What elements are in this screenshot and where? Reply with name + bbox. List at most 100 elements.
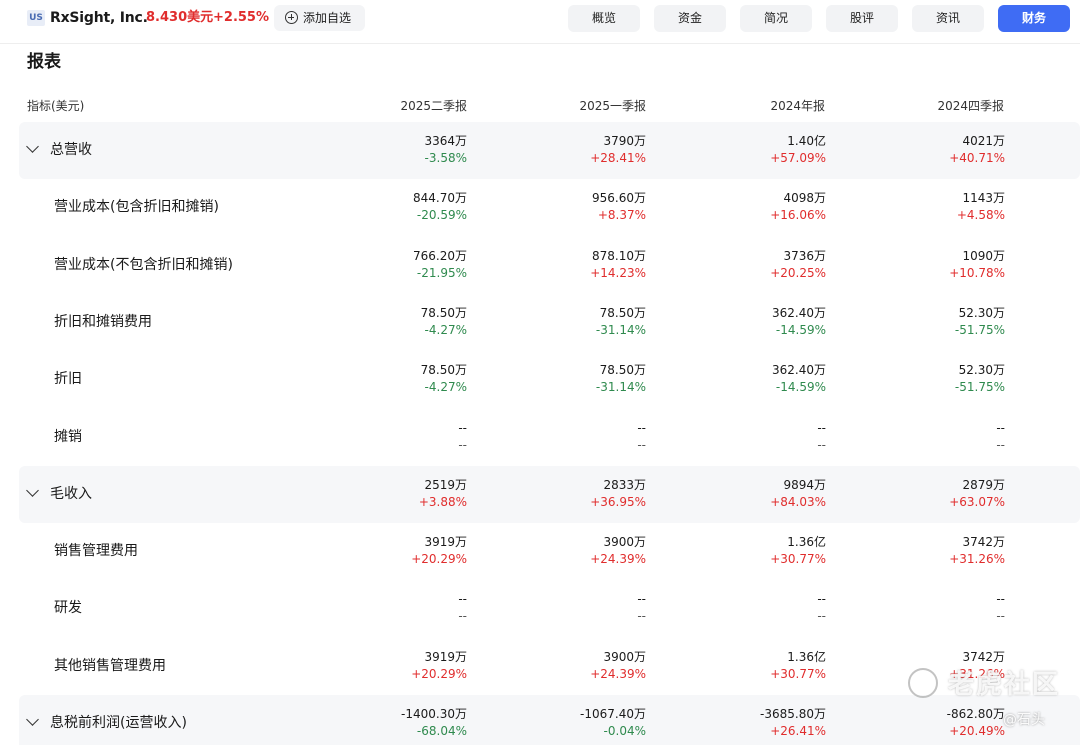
row-label: 销售管理费用	[54, 543, 138, 560]
cell-change-percent: +36.95%	[590, 494, 646, 509]
table-cell: 878.10万 +14.23%	[506, 248, 646, 282]
table-cell: -- --	[865, 591, 1005, 625]
cell-change-percent: +28.41%	[590, 151, 646, 165]
cell-change-percent: +31.26%	[949, 552, 1005, 567]
tab-overview[interactable]: 概览	[568, 5, 640, 32]
cell-change-percent: +84.03%	[770, 494, 826, 509]
table-cell: -- --	[686, 420, 826, 454]
table-cell: -- --	[327, 591, 467, 625]
table-cell: 78.50万 -4.27%	[327, 362, 467, 396]
cell-change-percent: -4.27%	[424, 322, 467, 337]
table-group-row[interactable]: 总营收 3364万 -3.58% 3790万 +28.41% 1.40亿 +57.09% 40…	[19, 122, 1080, 179]
table-row: 研发 -- -- -- -- -- -- -- --	[19, 580, 1080, 637]
watermark-author: @石头	[1003, 712, 1045, 728]
table-cell: 3790万 +28.41%	[506, 133, 646, 167]
cell-value: 78.50万	[420, 305, 467, 320]
cell-value: -1400.30万	[401, 707, 467, 721]
tab-funds[interactable]: 资金	[654, 5, 726, 32]
row-label: 总营收	[50, 142, 92, 158]
table-cell: 766.20万 -21.95%	[327, 248, 467, 282]
cell-change-percent: +16.06%	[770, 208, 826, 223]
table-cell: 844.70万 -20.59%	[327, 190, 467, 224]
cell-value: 2833万	[603, 477, 646, 492]
chevron-down-icon[interactable]	[26, 140, 39, 153]
cell-value: 362.40万	[772, 363, 826, 378]
table-cell: 52.30万 -51.75%	[865, 305, 1005, 339]
cell-value: 2879万	[962, 477, 1005, 492]
chevron-down-icon[interactable]	[26, 483, 39, 497]
stock-header-bar: US RxSight, Inc. 8.430美元 +2.55% 添加自选 概览 …	[0, 0, 1080, 44]
cell-value: 4098万	[783, 191, 826, 206]
table-cell: -- --	[506, 420, 646, 454]
cell-change-percent: +20.49%	[949, 724, 1005, 738]
cell-change-percent: -4.27%	[424, 380, 467, 395]
column-header-2025q1[interactable]: 2025一季报	[516, 98, 646, 114]
table-group-row[interactable]: 毛收入 2519万 +3.88% 2833万 +36.95% 9894万 +84.03% 28…	[19, 465, 1080, 523]
column-header-2024q4[interactable]: 2024四季报	[874, 98, 1004, 114]
cell-value: --	[817, 420, 826, 435]
table-row: 折旧和摊销费用 78.50万 -4.27% 78.50万 -31.14% 362.40万 -…	[19, 294, 1080, 351]
cell-change-percent: +8.37%	[597, 208, 646, 223]
cell-value: 878.10万	[592, 248, 646, 263]
add-watchlist-label: 添加自选	[303, 11, 352, 25]
table-cell: 3736万 +20.25%	[686, 248, 826, 282]
row-label: 营业成本(包含折旧和摊销)	[54, 199, 219, 216]
row-label: 营业成本(不包含折旧和摊销)	[54, 256, 233, 273]
table-cell: -1400.30万 -68.04%	[327, 706, 467, 740]
stock-name[interactable]: RxSight, Inc.	[50, 9, 148, 27]
watermark-brand: 老虎社区	[948, 670, 1061, 700]
cell-change-percent: +30.77%	[770, 666, 826, 681]
table-cell: -1067.40万 -0.04%	[506, 706, 646, 740]
table-cell: 9894万 +84.03%	[686, 477, 826, 511]
table-cell: 3742万 +31.26%	[865, 534, 1005, 568]
tab-comments[interactable]: 股评	[826, 5, 898, 32]
row-label: 息税前利润(运营收入)	[50, 715, 187, 731]
table-cell: 3900万 +24.39%	[506, 649, 646, 683]
table-cell: 3919万 +20.29%	[327, 649, 467, 683]
add-watchlist-button[interactable]: 添加自选	[274, 5, 365, 31]
table-cell: 362.40万 -14.59%	[686, 362, 826, 396]
cell-value: --	[458, 592, 467, 607]
row-label: 摊销	[54, 428, 82, 445]
table-cell: 1.36亿 +30.77%	[686, 534, 826, 568]
cell-value: 3736万	[783, 248, 826, 263]
cell-change-percent: --	[637, 437, 646, 452]
tab-profile[interactable]: 简况	[740, 5, 812, 32]
table-row: 销售管理费用 3919万 +20.29% 3900万 +24.39% 1.36亿 +30.7…	[19, 523, 1080, 580]
row-label: 折旧	[54, 371, 82, 388]
cell-change-percent: -31.14%	[595, 322, 646, 337]
chevron-down-icon[interactable]	[26, 713, 39, 726]
row-label: 毛收入	[50, 485, 92, 502]
table-group-row[interactable]: 息税前利润(运营收入) -1400.30万 -68.04% -1067.40万 -0.0…	[19, 695, 1080, 745]
column-header-2024annual[interactable]: 2024年报	[695, 98, 825, 114]
stock-change: +2.55%	[213, 10, 269, 25]
stock-price: 8.430美元	[146, 10, 214, 25]
table-cell: 1143万 +4.58%	[865, 190, 1005, 224]
cell-change-percent: +24.39%	[590, 666, 646, 681]
cell-change-percent: --	[996, 437, 1005, 452]
cell-value: 1.40亿	[787, 134, 826, 148]
cell-change-percent: +40.71%	[949, 151, 1005, 165]
cell-value: 1.36亿	[787, 649, 826, 664]
tab-financials[interactable]: 财务	[998, 5, 1070, 32]
table-cell: 3364万 -3.58%	[327, 133, 467, 167]
cell-change-percent: --	[458, 437, 467, 452]
cell-change-percent: +10.78%	[949, 265, 1005, 280]
cell-change-percent: +26.41%	[770, 724, 826, 738]
table-cell: -3685.80万 +26.41%	[686, 706, 826, 740]
cell-value: 3900万	[603, 649, 646, 664]
cell-change-percent: +3.88%	[418, 494, 467, 509]
table-cell: -- --	[327, 420, 467, 454]
tab-news[interactable]: 资讯	[912, 5, 984, 32]
cell-change-percent: -14.59%	[775, 380, 826, 395]
cell-value: -3685.80万	[760, 707, 826, 721]
cell-value: 9894万	[783, 477, 826, 492]
cell-value: 844.70万	[413, 191, 467, 206]
cell-change-percent: -3.58%	[424, 151, 467, 165]
cell-change-percent: --	[817, 609, 826, 624]
cell-value: --	[817, 592, 826, 607]
column-header-2025q2[interactable]: 2025二季报	[337, 98, 467, 114]
cell-change-percent: -14.59%	[775, 322, 826, 337]
metric-column-header: 指标(美元)	[27, 99, 85, 113]
cell-value: 3364万	[424, 134, 467, 148]
